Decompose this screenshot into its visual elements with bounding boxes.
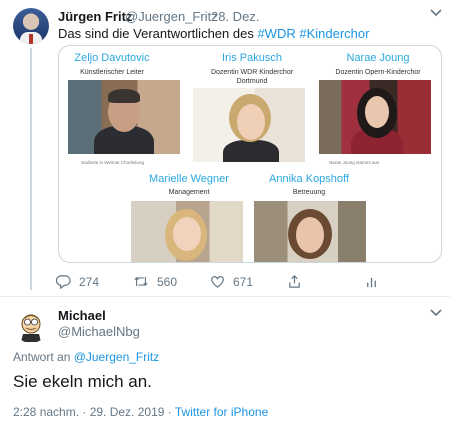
share-button[interactable] xyxy=(287,274,310,289)
tweet-divider xyxy=(0,296,450,297)
chevron-down-icon[interactable] xyxy=(430,308,442,320)
avatar[interactable] xyxy=(13,307,49,343)
person-name: Narae Joung xyxy=(346,52,410,64)
hashtag-wdr[interactable]: #WDR xyxy=(257,26,295,41)
author-name[interactable]: Michael xyxy=(58,308,106,323)
avatar-tie xyxy=(29,34,33,44)
share-icon xyxy=(289,275,300,288)
person-role-line2: Dortmund xyxy=(236,78,268,85)
like-icon xyxy=(211,276,224,288)
reply-count: 274 xyxy=(79,275,100,289)
person-role: Management xyxy=(168,189,210,196)
tweet-meta: 2:28 nachm. · 29. Dez. 2019 · Twitter fo… xyxy=(13,405,268,419)
portrait-photo xyxy=(131,201,243,262)
portrait-photo xyxy=(254,201,366,262)
reply-button[interactable]: 274 xyxy=(55,274,100,290)
person-role: Betreuung xyxy=(292,189,326,196)
tweet-timestamp[interactable]: 2:28 nachm. · 29. Dez. 2019 · xyxy=(13,405,175,419)
image-caption: studierte in Weimar Chorleitung xyxy=(81,160,144,165)
reply-context: Antwort an @Juergen_Fritz xyxy=(13,350,159,364)
author-name[interactable]: Jürgen Fritz xyxy=(58,9,132,24)
reply-to-prefix: Antwort an xyxy=(13,350,74,364)
like-button[interactable]: 671 xyxy=(210,274,253,289)
person-role: Dozentin WDR Kinderchor xyxy=(210,69,294,76)
tweet-date[interactable]: 28. Dez. xyxy=(211,9,259,24)
portrait-photo xyxy=(319,80,431,154)
chevron-down-icon[interactable] xyxy=(430,8,442,20)
thread-line xyxy=(30,48,32,290)
person-name: Marielle Wegner xyxy=(149,173,229,185)
retweet-icon xyxy=(134,277,148,286)
person-name: Annika Kopshoff xyxy=(269,173,349,185)
person-role: Dozentin Opern-Kinderchor xyxy=(335,69,421,76)
analytics-icon xyxy=(367,277,376,288)
retweet-button[interactable]: 560 xyxy=(133,274,177,289)
analytics-button[interactable] xyxy=(364,274,387,289)
tweet-source[interactable]: Twitter for iPhone xyxy=(175,405,268,419)
person-name: Zeljo Davutovic xyxy=(74,52,150,64)
author-handle[interactable]: @MichaelNbg xyxy=(58,324,140,339)
separator-dot: · xyxy=(204,9,209,24)
person-name: Iris Pakusch xyxy=(222,52,282,64)
like-count: 671 xyxy=(233,275,254,289)
image-caption: Narae Joung stammt aus xyxy=(329,160,380,165)
person-role: Künstlerischer Leiter xyxy=(80,69,144,76)
reply-icon xyxy=(55,275,71,290)
retweet-count: 560 xyxy=(157,275,178,289)
avatar[interactable] xyxy=(13,8,49,44)
portrait-photo xyxy=(68,80,180,154)
tweet-text-prefix: Das sind die Verantwortlichen des xyxy=(58,26,258,41)
tweet-text: Das sind die Verantwortlichen des #WDR #… xyxy=(58,26,369,41)
tweet-media-image[interactable]: Zeljo Davutovic Künstlerischer Leiter Ir… xyxy=(58,45,442,263)
portrait-photo xyxy=(193,88,305,162)
reply-to-handle[interactable]: @Juergen_Fritz xyxy=(74,350,160,364)
tweet-text: Sie ekeln mich an. xyxy=(13,372,152,391)
hashtag-kinderchor[interactable]: #Kinderchor xyxy=(299,26,369,41)
